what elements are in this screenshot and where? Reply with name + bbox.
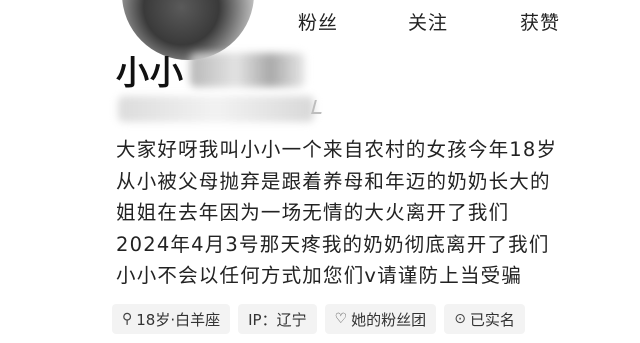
stat-likes-label[interactable]: 获赞	[520, 8, 560, 35]
bio-line: 2024年4月3号那天疼我的奶奶彻底离开了我们	[116, 232, 550, 256]
tag-label: 她的粉丝团	[351, 310, 427, 329]
tag-label: 18岁·白羊座	[136, 310, 221, 329]
heart-icon: ♡	[334, 311, 348, 327]
tag-verified[interactable]: ⊙ 已实名	[444, 304, 525, 334]
bio-line: 小小不会以任何方式加您们v请谨防上当受骗	[116, 264, 523, 287]
profile-tags: ⚲ 18岁·白羊座 IP：辽宁 ♡ 她的粉丝团 ⊙ 已实名	[112, 304, 525, 334]
bio-line: 姐姐在去年因为一场无情的大火离开了我们	[116, 201, 510, 224]
bio-line: 大家好呀我叫小小一个来自农村的女孩今年18岁	[116, 138, 558, 161]
tag-ip-location: IP：辽宁	[238, 304, 317, 334]
copy-icon[interactable]	[311, 100, 325, 114]
tag-label: IP：辽宁	[248, 310, 307, 329]
verified-icon: ⊙	[454, 311, 466, 327]
profile-bio: 大家好呀我叫小小一个来自农村的女孩今年18岁 从小被父母抛弃是跟着养母和年迈的奶…	[116, 134, 636, 292]
bio-line: 从小被父母抛弃是跟着养母和年迈的奶奶长大的	[116, 169, 551, 193]
search-icon: ⚲	[122, 311, 133, 327]
stat-followers-label[interactable]: 粉丝	[298, 8, 338, 35]
redacted-name-blur	[190, 53, 305, 87]
tag-fan-club[interactable]: ♡ 她的粉丝团	[324, 304, 437, 334]
profile-name-row: 小小	[116, 48, 305, 92]
stat-following-label[interactable]: 关注	[408, 8, 448, 35]
tag-age-zodiac[interactable]: ⚲ 18岁·白羊座	[112, 304, 231, 334]
profile-name: 小小	[116, 53, 184, 92]
redacted-id-blur	[118, 96, 314, 122]
tag-label: 已实名	[469, 310, 515, 329]
